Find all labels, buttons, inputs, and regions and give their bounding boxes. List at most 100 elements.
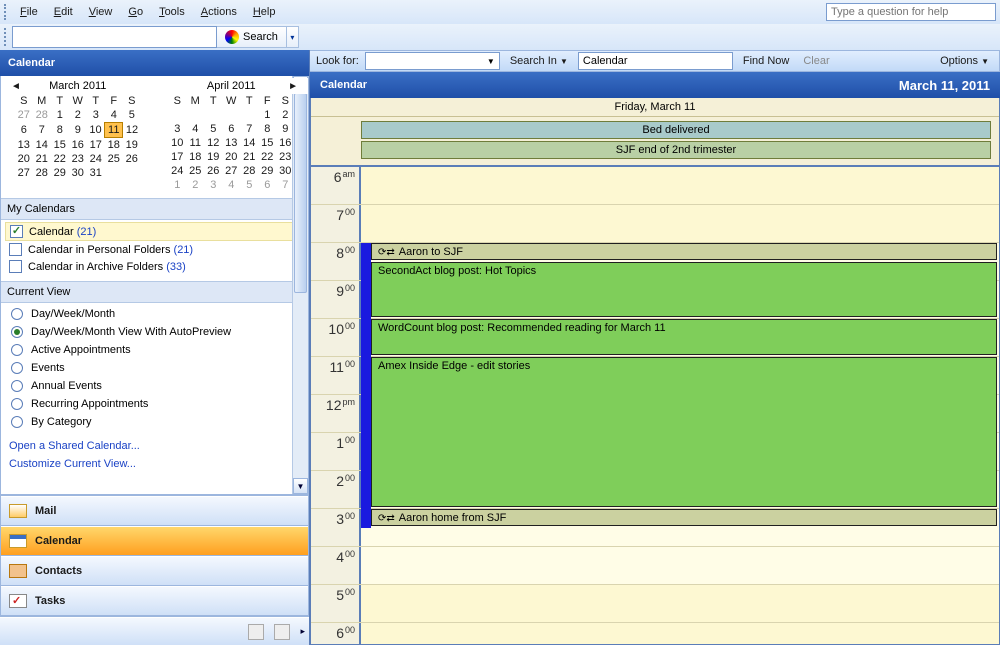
- searchin-field[interactable]: [578, 52, 733, 70]
- calendar-day[interactable]: 25: [105, 152, 123, 166]
- calendar-day[interactable]: 10: [168, 136, 186, 150]
- nav-calendar[interactable]: Calendar: [1, 526, 308, 556]
- calendar-day[interactable]: 20: [222, 150, 240, 164]
- calendar-day[interactable]: 6: [15, 123, 33, 138]
- calendar-day[interactable]: 27: [15, 166, 33, 180]
- calendar-day[interactable]: 16: [69, 138, 87, 153]
- calendar-day[interactable]: [186, 108, 204, 122]
- mini-calendar-march[interactable]: ◄March 2011SMTWTFS2728123456789101112131…: [1, 78, 155, 192]
- menu-file[interactable]: File: [12, 3, 46, 21]
- lookfor-combo[interactable]: ▼: [365, 52, 500, 70]
- sidebar-link[interactable]: Customize Current View...: [1, 455, 308, 473]
- nav-configure-chevron[interactable]: ▸: [300, 626, 305, 637]
- radio[interactable]: [11, 416, 23, 428]
- calendar-day[interactable]: 31: [87, 166, 105, 180]
- calendar-day[interactable]: 21: [33, 152, 51, 166]
- appointment[interactable]: Amex Inside Edge - edit stories: [371, 357, 997, 507]
- scroll-thumb[interactable]: [294, 93, 307, 293]
- sidebar-link[interactable]: Open a Shared Calendar...: [1, 437, 308, 455]
- calendar-day[interactable]: 10: [87, 123, 105, 138]
- calendar-day[interactable]: [105, 166, 123, 180]
- calendar-day[interactable]: 28: [33, 108, 51, 123]
- calendar-day[interactable]: 14: [240, 136, 258, 150]
- calendar-day[interactable]: 29: [51, 166, 69, 180]
- nav-contacts[interactable]: Contacts: [1, 556, 308, 586]
- section-my-calendars-head[interactable]: My Calendars: [1, 198, 308, 220]
- menu-go[interactable]: Go: [120, 3, 151, 21]
- calendar-day[interactable]: 15: [51, 138, 69, 153]
- calendar-day[interactable]: 21: [240, 150, 258, 164]
- search-input[interactable]: [12, 26, 217, 48]
- calendar-day[interactable]: 26: [123, 152, 141, 166]
- findnow-button[interactable]: Find Now: [739, 55, 793, 67]
- allday-event[interactable]: SJF end of 2nd trimester: [361, 141, 991, 159]
- toolbar-grip[interactable]: [4, 4, 8, 20]
- options-button[interactable]: Options ▼: [936, 55, 993, 67]
- menu-tools[interactable]: Tools: [151, 3, 193, 21]
- calendar-day[interactable]: 3: [168, 122, 186, 136]
- calendar-day[interactable]: 1: [51, 108, 69, 123]
- calendar-day[interactable]: 27: [15, 108, 33, 123]
- calendar-checkbox-row[interactable]: Calendar in Archive Folders (33): [5, 258, 304, 275]
- help-search-input[interactable]: [826, 3, 996, 21]
- calendar-day[interactable]: 22: [51, 152, 69, 166]
- calendar-day[interactable]: 6: [222, 122, 240, 136]
- radio[interactable]: [11, 398, 23, 410]
- calendar-day[interactable]: 17: [168, 150, 186, 164]
- menu-help[interactable]: Help: [245, 3, 284, 21]
- radio[interactable]: [11, 380, 23, 392]
- calendar-day[interactable]: 4: [222, 178, 240, 192]
- calendar-day[interactable]: 18: [186, 150, 204, 164]
- checkbox[interactable]: [9, 243, 22, 256]
- view-radio-row[interactable]: Day/Week/Month: [5, 305, 304, 323]
- calendar-day[interactable]: 6: [258, 178, 276, 192]
- calendar-day[interactable]: 3: [204, 178, 222, 192]
- calendar-day[interactable]: [204, 108, 222, 122]
- appointment[interactable]: SecondAct blog post: Hot Topics: [371, 262, 997, 317]
- calendar-day[interactable]: 12: [123, 123, 141, 138]
- radio[interactable]: [11, 308, 23, 320]
- toolbar-grip[interactable]: [4, 28, 8, 46]
- calendar-day[interactable]: 24: [87, 152, 105, 166]
- menu-view[interactable]: View: [81, 3, 121, 21]
- calendar-day[interactable]: 28: [33, 166, 51, 180]
- calendar-day[interactable]: 5: [123, 108, 141, 123]
- calendar-day[interactable]: 26: [204, 164, 222, 178]
- time-grid[interactable]: ⟳⇄Aaron to SJFSecondAct blog post: Hot T…: [311, 167, 999, 644]
- view-radio-row[interactable]: Annual Events: [5, 377, 304, 395]
- checkbox[interactable]: [10, 225, 23, 238]
- calendar-day[interactable]: [240, 108, 258, 122]
- menu-actions[interactable]: Actions: [193, 3, 245, 21]
- calendar-day[interactable]: 25: [186, 164, 204, 178]
- view-radio-row[interactable]: Recurring Appointments: [5, 395, 304, 413]
- allday-event[interactable]: Bed delivered: [361, 121, 991, 139]
- checkbox[interactable]: [9, 260, 22, 273]
- calendar-day[interactable]: [168, 108, 186, 122]
- calendar-day[interactable]: 23: [69, 152, 87, 166]
- day-label[interactable]: Friday, March 11: [311, 98, 999, 117]
- calendar-day[interactable]: 17: [87, 138, 105, 153]
- calendar-day[interactable]: 22: [258, 150, 276, 164]
- calendar-day[interactable]: 5: [204, 122, 222, 136]
- appointment[interactable]: ⟳⇄Aaron home from SJF: [371, 509, 997, 526]
- menu-edit[interactable]: Edit: [46, 3, 81, 21]
- prev-month-button[interactable]: ◄: [5, 81, 27, 92]
- view-radio-row[interactable]: Day/Week/Month View With AutoPreview: [5, 323, 304, 341]
- calendar-day[interactable]: 1: [168, 178, 186, 192]
- radio[interactable]: [11, 344, 23, 356]
- calendar-day[interactable]: 14: [33, 138, 51, 153]
- nav-mini-button-1[interactable]: [248, 624, 264, 640]
- radio[interactable]: [11, 326, 23, 338]
- calendar-day[interactable]: 20: [15, 152, 33, 166]
- calendar-checkbox-row[interactable]: Calendar (21): [5, 222, 304, 241]
- sidebar-scrollbar[interactable]: ▲ ▼: [292, 76, 308, 494]
- nav-mini-button-2[interactable]: [274, 624, 290, 640]
- calendar-day[interactable]: 8: [258, 122, 276, 136]
- calendar-day[interactable]: 8: [51, 123, 69, 138]
- section-current-view-head[interactable]: Current View: [1, 281, 308, 303]
- searchin-button[interactable]: Search In ▼: [506, 55, 572, 67]
- calendar-day[interactable]: 18: [105, 138, 123, 153]
- calendar-day[interactable]: 3: [87, 108, 105, 123]
- mini-calendar-april[interactable]: April 2011►SMTWTFS1234567891011121314151…: [155, 78, 309, 192]
- nav-mail[interactable]: Mail: [1, 496, 308, 526]
